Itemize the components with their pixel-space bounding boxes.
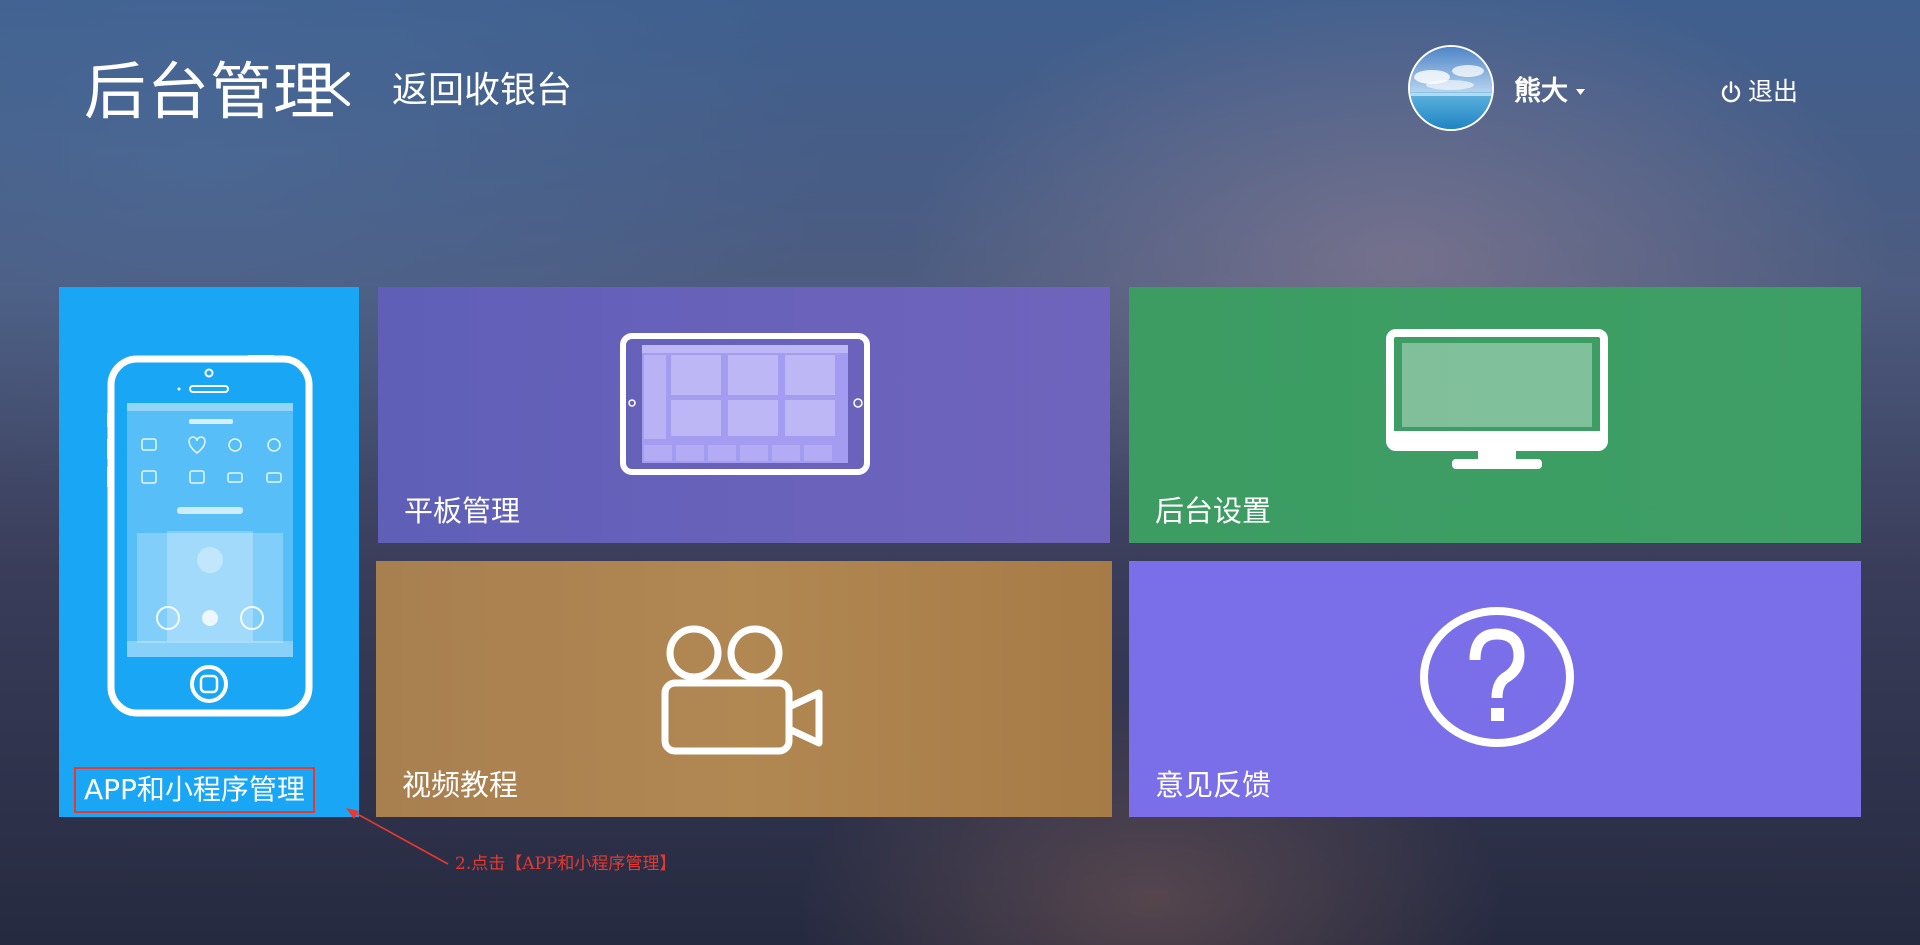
chevron-left-icon[interactable] [322,62,356,116]
avatar[interactable] [1408,45,1494,131]
tile-tablet-management[interactable]: 平板管理 [378,287,1110,543]
annotation-arrow-icon [346,808,449,865]
caret-down-icon [1576,89,1585,95]
tile-label-tablet: 平板管理 [404,494,521,528]
tile-app-management[interactable]: APP和小程序管理 [59,287,359,817]
annotation-text: 2.点击【APP和小程序管理】 [455,854,677,874]
tile-feedback[interactable]: 意见反馈 [1129,561,1861,817]
monitor-icon [1386,329,1608,469]
logout-button[interactable]: 退出 [1720,72,1798,112]
question-circle-icon [1420,607,1574,747]
tile-label-app: APP和小程序管理 [74,767,315,813]
logout-label: 退出 [1748,77,1799,106]
tile-label-video: 视频教程 [402,768,519,802]
video-camera-icon [661,625,823,755]
tile-video-tutorials[interactable]: 视频教程 [376,561,1112,817]
smartphone-icon [107,355,313,717]
tile-backend-settings[interactable]: 后台设置 [1129,287,1861,543]
tile-label-settings: 后台设置 [1155,494,1272,528]
user-name: 熊大 [1514,76,1568,107]
sea-landscape-avatar-icon [1410,47,1492,129]
user-menu[interactable]: 熊大 [1514,72,1585,112]
power-icon [1721,81,1741,103]
page-title: 后台管理 [84,55,337,128]
tablet-icon [620,333,870,475]
header: 后台管理 返回收银台 熊大 退出 [0,0,1920,140]
tile-label-feedback: 意见反馈 [1155,768,1272,802]
back-to-cashier-link[interactable]: 返回收银台 [392,66,572,116]
